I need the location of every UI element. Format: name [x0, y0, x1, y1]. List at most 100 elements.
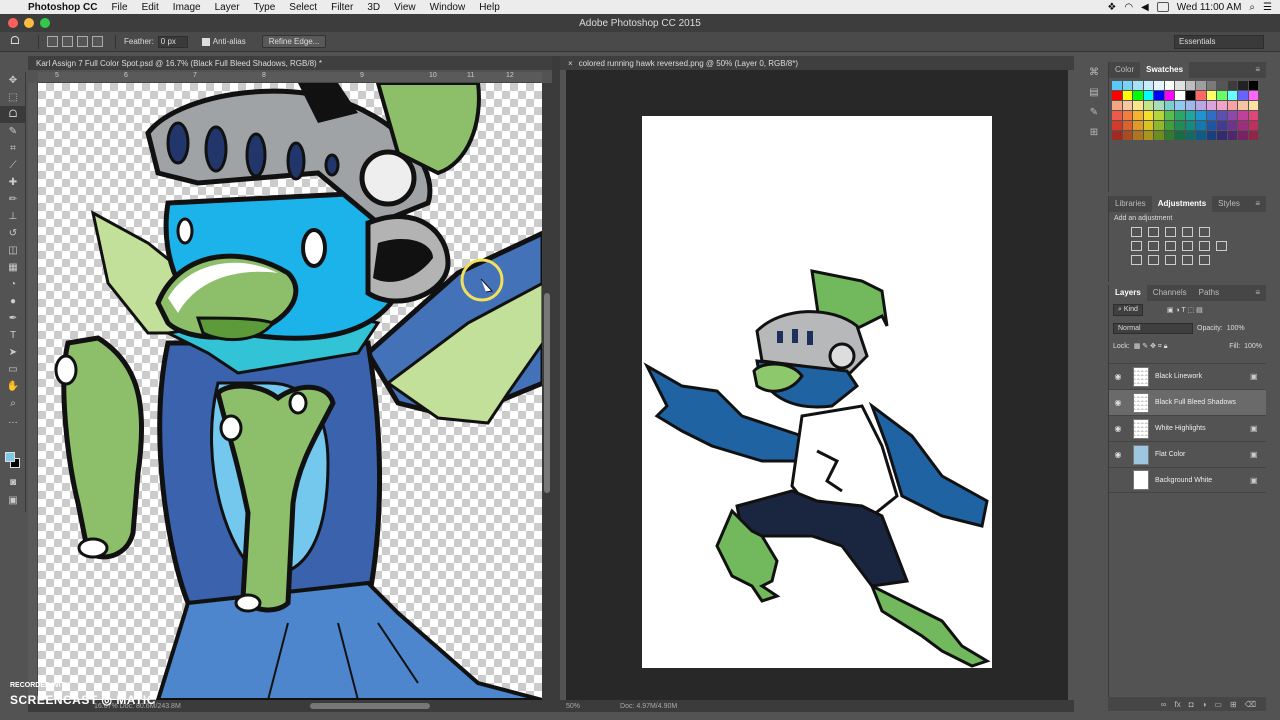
color-swatch[interactable] — [1206, 121, 1216, 130]
fx-icon[interactable]: fx — [1175, 700, 1181, 709]
list-icon[interactable]: ☰ — [1263, 2, 1272, 13]
subtract-selection-icon[interactable] — [77, 36, 88, 47]
color-swatch[interactable] — [1227, 111, 1237, 120]
color-swatch[interactable] — [1185, 101, 1195, 110]
left-document-tab[interactable]: Karl Assign 7 Full Color Spot.psd @ 16.7… — [28, 56, 552, 70]
menu-type[interactable]: Type — [254, 2, 276, 13]
quick-mask-icon[interactable]: ◙ — [0, 474, 26, 491]
color-swatch[interactable] — [1196, 81, 1206, 90]
history-brush-icon[interactable]: ↺ — [0, 225, 26, 242]
stamp-tool-icon[interactable]: ⊥ — [0, 208, 26, 225]
color-swatch[interactable] — [1227, 101, 1237, 110]
menu-file[interactable]: File — [111, 2, 127, 13]
color-swatch[interactable] — [1217, 101, 1227, 110]
color-swatch[interactable] — [1133, 81, 1143, 90]
fill-input[interactable]: 100% — [1244, 343, 1262, 350]
zoom-window-button[interactable] — [40, 18, 50, 28]
color-swatch[interactable] — [1238, 101, 1248, 110]
color-swatch[interactable] — [1196, 91, 1206, 100]
lasso-tool-icon[interactable]: ᗝ — [0, 35, 30, 48]
healing-tool-icon[interactable]: ✚ — [0, 174, 26, 191]
antialias-checkbox[interactable] — [201, 37, 210, 46]
foreground-color-swatch[interactable] — [5, 452, 15, 462]
visibility-eye-icon[interactable]: ◉ — [1109, 424, 1127, 433]
swatch-grid[interactable] — [1109, 78, 1266, 140]
tab-adjustments[interactable]: Adjustments — [1151, 196, 1213, 212]
menu-select[interactable]: Select — [289, 2, 317, 13]
new-group-icon[interactable]: ▭ — [1214, 700, 1222, 709]
crop-tool-icon[interactable]: ⌗ — [0, 140, 26, 157]
pane-divider[interactable] — [552, 56, 560, 712]
type-tool-icon[interactable]: T — [0, 327, 26, 344]
tab-libraries[interactable]: Libraries — [1109, 196, 1152, 212]
zoom-tool-icon[interactable]: ⌕ — [0, 395, 26, 412]
photo-filter-icon[interactable] — [1182, 241, 1193, 251]
feather-input[interactable]: 0 px — [157, 35, 188, 48]
color-swatch[interactable] — [1175, 131, 1185, 140]
menu-edit[interactable]: Edit — [142, 2, 159, 13]
posterize-icon[interactable] — [1148, 255, 1159, 265]
vibrance-icon[interactable] — [1199, 227, 1210, 237]
more-tools-icon[interactable]: … — [0, 412, 26, 429]
screen-mode-icon[interactable]: ▣ — [0, 492, 26, 509]
color-swatch[interactable] — [1164, 81, 1174, 90]
threshold-icon[interactable] — [1165, 255, 1176, 265]
color-swatch[interactable] — [1122, 111, 1132, 120]
color-swatch[interactable] — [1185, 121, 1195, 130]
color-swatch[interactable] — [1206, 111, 1216, 120]
menu-window[interactable]: Window — [430, 2, 466, 13]
color-swatch[interactable] — [1164, 121, 1174, 130]
layer-row[interactable]: ◉ Flat Color ▣ — [1109, 441, 1266, 467]
eyedropper-tool-icon[interactable]: ⟋ — [0, 157, 26, 174]
right-zoom[interactable]: 50% — [566, 703, 580, 710]
color-swatch[interactable] — [1133, 121, 1143, 130]
color-swatch[interactable] — [1238, 121, 1248, 130]
color-swatch[interactable] — [1122, 121, 1132, 130]
color-swatch[interactable] — [1227, 131, 1237, 140]
menu-layer[interactable]: Layer — [215, 2, 240, 13]
color-swatch[interactable] — [1185, 131, 1195, 140]
color-swatch[interactable] — [1112, 121, 1122, 130]
opacity-input[interactable]: 100% — [1227, 325, 1245, 332]
color-swatch[interactable] — [1196, 121, 1206, 130]
color-swatch[interactable] — [1196, 131, 1206, 140]
color-swatch[interactable] — [1154, 101, 1164, 110]
visibility-eye-icon[interactable]: ◉ — [1109, 398, 1127, 407]
color-swatch[interactable] — [1112, 131, 1122, 140]
invert-icon[interactable] — [1131, 255, 1142, 265]
move-tool-icon[interactable]: ✥ — [0, 72, 26, 89]
workspace-select[interactable]: Essentials — [1174, 34, 1264, 49]
color-balance-icon[interactable] — [1148, 241, 1159, 251]
color-swatch[interactable] — [1196, 101, 1206, 110]
filter-kind-select[interactable]: ⌕ Kind — [1113, 304, 1143, 316]
color-swatch[interactable] — [1238, 131, 1248, 140]
visibility-eye-icon[interactable]: ◉ — [1109, 450, 1127, 459]
color-swatch[interactable] — [1206, 131, 1216, 140]
color-swatch[interactable] — [1227, 91, 1237, 100]
add-selection-icon[interactable] — [62, 36, 73, 47]
color-swatch[interactable] — [1164, 131, 1174, 140]
wifi-icon[interactable]: ◠ — [1124, 2, 1133, 13]
shape-tool-icon[interactable]: ▭ — [0, 361, 26, 378]
layer-row-selected[interactable]: ◉ Black Full Bleed Shadows — [1109, 389, 1266, 415]
color-swatch[interactable] — [1154, 121, 1164, 130]
color-swatch[interactable] — [1112, 91, 1122, 100]
selective-color-icon[interactable] — [1199, 255, 1210, 265]
scrollbar-thumb[interactable] — [544, 293, 550, 493]
hand-tool-icon[interactable]: ✋ — [0, 378, 26, 395]
close-window-button[interactable] — [8, 18, 18, 28]
gradient-tool-icon[interactable]: ▦ — [0, 259, 26, 276]
new-layer-icon[interactable]: ⊞ — [1230, 700, 1237, 709]
blur-tool-icon[interactable]: ◔ — [0, 276, 26, 293]
color-swatch[interactable] — [1143, 81, 1153, 90]
black-white-icon[interactable] — [1165, 241, 1176, 251]
color-swatch[interactable] — [1143, 131, 1153, 140]
color-swatch[interactable] — [1238, 81, 1248, 90]
eraser-tool-icon[interactable]: ◫ — [0, 242, 26, 259]
hue-saturation-icon[interactable] — [1131, 241, 1142, 251]
marquee-tool-icon[interactable]: ⬚ — [0, 89, 26, 106]
color-swatch[interactable] — [1248, 121, 1258, 130]
color-swatch[interactable] — [1217, 111, 1227, 120]
panel-menu-icon[interactable]: ≡ — [1249, 196, 1266, 212]
color-swatch[interactable] — [1248, 131, 1258, 140]
